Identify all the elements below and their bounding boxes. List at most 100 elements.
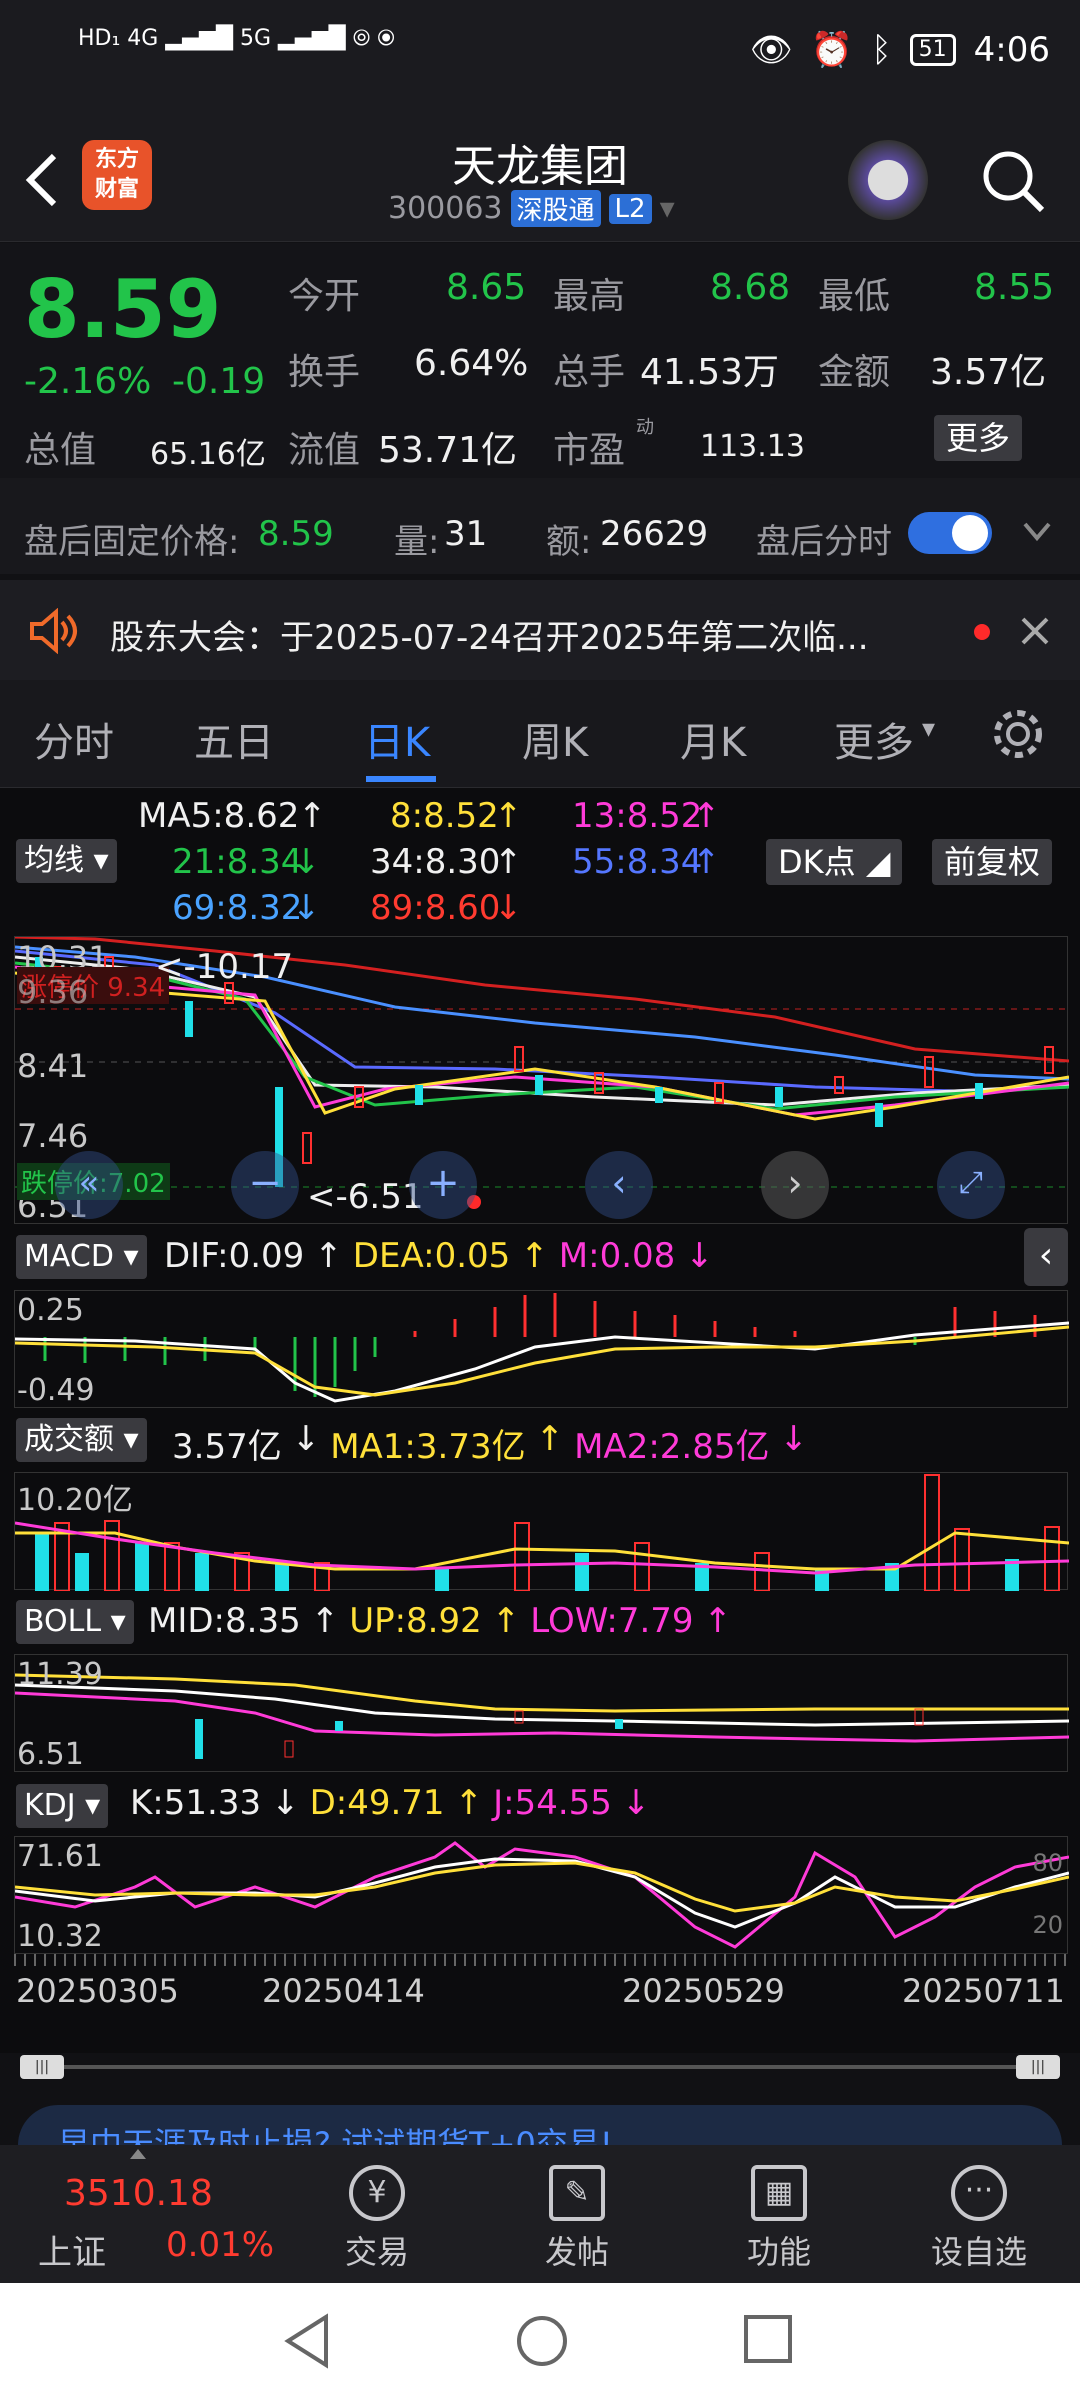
ma89-value: 89:8.60: [370, 888, 501, 928]
kdj-j: J:54.55: [493, 1783, 612, 1823]
high-label: 最高: [553, 276, 626, 317]
bottom-nav: 3510.18 上证 0.01% ¥ 交易 ✎ 发帖 ▦ 功能 ··· 设自选: [0, 2145, 1080, 2283]
zoom-in-icon[interactable]: +: [409, 1151, 477, 1219]
macd-values: DIF:0.09 ↑ DEA:0.05 ↑ M:0.08 ↓: [164, 1236, 714, 1276]
turnover-ma1-arrow-icon: ↑: [535, 1419, 565, 1459]
system-home-icon[interactable]: [514, 2313, 570, 2369]
index-value[interactable]: 3510.18: [64, 2173, 213, 2214]
macd-dea: DEA:0.05: [352, 1236, 511, 1276]
nav-features[interactable]: ▦ 功能: [714, 2165, 844, 2273]
gear-icon[interactable]: [990, 706, 1046, 762]
kline-panel[interactable]: 10.31 涨停价 9.34 9.36 8.41 7.46 6.51 跌停价:7…: [14, 936, 1069, 1225]
more-button[interactable]: 更多: [934, 415, 1023, 461]
tab-weekly-k[interactable]: 周K: [522, 710, 588, 768]
caret-down-icon: ▾: [659, 191, 675, 226]
slider-left-handle[interactable]: |||: [20, 2055, 64, 2079]
boll-selector[interactable]: BOLL ▾: [16, 1600, 134, 1644]
after-hours-bar: 盘后固定价格: 8.59 量: 31 额: 26629 盘后分时: [0, 478, 1080, 574]
ma8-arrow-icon: ↑: [494, 796, 523, 836]
macd-m-arrow-icon: ↓: [685, 1236, 714, 1276]
kline-y-label-3: 8.41: [17, 1047, 89, 1085]
kdj-y-top: 71.61: [17, 1839, 103, 1874]
macd-panel[interactable]: 0.25 -0.49: [14, 1290, 1070, 1408]
change-pct: -2.16%: [24, 361, 152, 402]
speaker-icon: [30, 608, 77, 654]
more-dots-icon: ···: [951, 2165, 1007, 2221]
boll-values: MID:8.35 ↑ UP:8.92 ↑ LOW:7.79 ↑: [148, 1601, 732, 1641]
level-tag: L2: [608, 193, 652, 224]
amount-value: 3.57亿: [930, 352, 1047, 393]
nav-post[interactable]: ✎ 发帖: [512, 2165, 642, 2273]
macd-selector[interactable]: MACD ▾: [16, 1235, 147, 1279]
mktcap-value: 65.16亿: [150, 437, 266, 472]
caret-up-icon[interactable]: [130, 2149, 146, 2159]
tab-five-day[interactable]: 五日: [194, 710, 274, 768]
kdj-ref-80: 80: [1032, 1849, 1063, 1877]
eye-icon: 👁: [749, 30, 793, 70]
after-hours-vol: 31: [444, 514, 488, 554]
turnover-value: 6.64%: [414, 343, 529, 384]
kdj-d-arrow-icon: ↑: [454, 1783, 484, 1823]
system-recents-icon[interactable]: [742, 2313, 794, 2365]
tab-monthly-k[interactable]: 月K: [680, 710, 746, 768]
ma13-value: 13:8.52: [572, 796, 703, 836]
pan-left-fast-icon[interactable]: «: [55, 1151, 123, 1219]
tab-more[interactable]: 更多: [834, 710, 914, 768]
battery-icon: 51: [909, 34, 956, 66]
signal-indicators: HD₁ 4G ▂▄▆█ 5G ▂▄▆█ ⦾ ⦿: [78, 26, 395, 51]
change-value: -0.19: [172, 361, 266, 402]
boll-mid: MID:8.35: [148, 1601, 301, 1641]
ma5-value: MA5:8.62: [138, 796, 300, 836]
ma89-arrow-icon: ↓: [494, 888, 523, 928]
turnover-selector[interactable]: 成交额 ▾: [16, 1418, 147, 1462]
index-change[interactable]: 0.01%: [166, 2225, 274, 2265]
active-tab-indicator: [366, 776, 436, 782]
kdj-selector[interactable]: KDJ ▾: [16, 1784, 109, 1828]
nav-add-watchlist[interactable]: ··· 设自选: [914, 2165, 1044, 2273]
pan-left-icon[interactable]: ‹: [585, 1151, 653, 1219]
macd-chart: [14, 1293, 1070, 1403]
kdj-values: K:51.33 ↓ D:49.71 ↑ J:54.55 ↓: [130, 1783, 650, 1823]
index-name[interactable]: 上证: [38, 2225, 106, 2274]
zoom-out-icon[interactable]: −: [231, 1151, 299, 1219]
close-icon[interactable]: [1020, 616, 1050, 646]
range-slider[interactable]: ||| |||: [20, 2055, 1060, 2079]
turnover-y-top: 10.20亿: [17, 1483, 133, 1518]
stock-code-line[interactable]: 300063 深股通 L2 ▾: [388, 190, 675, 227]
kdj-panel[interactable]: 71.61 10.32 80 20: [14, 1836, 1070, 1954]
search-icon[interactable]: [978, 146, 1048, 216]
unread-dot: [974, 624, 990, 640]
promo-banner[interactable]: 早中天涯及时止损? 试试期货T+0交易!: [18, 2105, 1062, 2150]
robot-avatar-icon[interactable]: [848, 140, 928, 220]
after-hours-vol-label: 量:: [394, 522, 440, 562]
dk-point-button[interactable]: DK点 ◢: [766, 839, 903, 885]
fullscreen-icon[interactable]: ⤢: [937, 1151, 1005, 1219]
after-hours-toggle[interactable]: [908, 512, 992, 554]
slider-right-handle[interactable]: |||: [1016, 2055, 1060, 2079]
turnover-label: 换手: [288, 352, 361, 393]
float-label: 流值: [288, 430, 361, 471]
adjust-button[interactable]: 前复权: [932, 839, 1053, 885]
system-back-icon[interactable]: [282, 2313, 332, 2369]
float-value: 53.71亿: [378, 430, 518, 471]
chevron-down-icon[interactable]: [1022, 520, 1052, 544]
collapse-panel-icon[interactable]: ‹: [1024, 1228, 1068, 1286]
turnover-ma1: MA1:3.73亿: [330, 1427, 526, 1467]
volume-label: 总手: [553, 352, 626, 393]
mktcap-label: 总值: [24, 430, 97, 471]
turnover-values: 3.57亿 ↓ MA1:3.73亿 ↑ MA2:2.85亿 ↓: [172, 1419, 808, 1468]
ma34-value: 34:8.30: [370, 842, 501, 882]
macd-y-bottom: -0.49: [17, 1373, 95, 1408]
connect-tag: 深股通: [510, 190, 601, 227]
macd-y-top: 0.25: [17, 1293, 84, 1328]
announcement-bar[interactable]: 股东大会：于2025-07-24召开2025年第二次临...: [0, 580, 1080, 680]
turnover-panel[interactable]: 10.20亿: [14, 1472, 1070, 1592]
boll-panel[interactable]: 11.39 6.51: [14, 1654, 1070, 1772]
tab-intraday[interactable]: 分时: [34, 710, 114, 768]
tab-daily-k[interactable]: 日K: [364, 710, 430, 768]
ma-selector[interactable]: 均线 ▾: [16, 839, 117, 883]
boll-y-bottom: 6.51: [17, 1737, 84, 1772]
nav-trade[interactable]: ¥ 交易: [312, 2165, 442, 2273]
pan-right-icon[interactable]: ›: [761, 1151, 829, 1219]
date-ticks: [14, 1954, 1068, 1966]
